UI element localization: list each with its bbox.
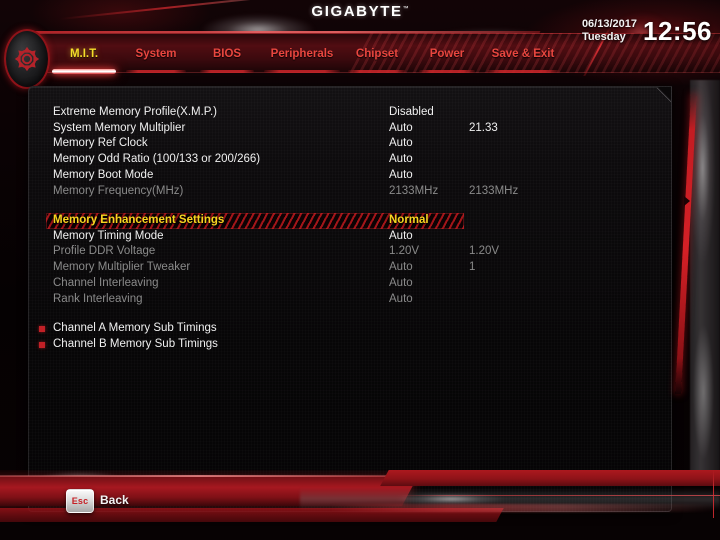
weekday-text: Tuesday [581,31,626,43]
back-label[interactable]: Back [100,493,129,507]
setting-value-secondary: 21.33 [469,121,498,134]
footer-sheen-red [330,504,720,512]
setting-value: Normal [389,214,429,226]
setting-value-secondary: 2133MHz [469,184,519,197]
settings-list: Extreme Memory Profile(X.M.P.) Disabled … [29,87,671,511]
tab-underline [52,69,116,74]
setting-label: Memory Odd Ratio (100/133 or 200/266) [53,153,261,166]
setting-value: Auto [389,168,413,181]
setting-row-channel-interleaving: Channel Interleaving Auto [29,276,671,292]
tab-label: Chipset [355,48,399,60]
footer-right-line [713,470,714,518]
nav-top-edge-line [29,31,541,33]
tab-chipset[interactable]: Chipset [344,47,410,73]
setting-label: Rank Interleaving [53,292,143,305]
setting-label: Memory Multiplier Tweaker [53,261,191,274]
setting-value-secondary: 1 [469,261,476,274]
tab-underline [264,70,340,73]
footer-bar: Esc Back [0,470,720,540]
setting-row-memory-enhancement-settings[interactable]: Memory Enhancement Settings Normal [29,213,671,229]
setting-row-memory-boot-mode[interactable]: Memory Boot Mode Auto [29,168,671,184]
tab-label: BIOS [212,48,242,60]
setting-label: Memory Boot Mode [53,168,154,181]
tab-underline [419,70,475,73]
tab-save-exit[interactable]: Save & Exit [482,47,564,73]
tab-mit[interactable]: M.I.T. [48,47,120,74]
esc-key-button[interactable]: Esc [66,489,94,513]
setting-row-system-memory-multiplier[interactable]: System Memory Multiplier Auto 21.33 [29,121,671,137]
setting-value: Auto [389,276,413,289]
setting-label: Memory Enhancement Settings [53,214,225,226]
scroll-arrow-icon[interactable] [684,196,690,206]
date-text: 06/13/2017 [581,18,637,30]
tab-underline [200,70,254,73]
trademark-symbol: ™ [402,6,409,12]
main-nav-tabs: M.I.T. System BIOS Peripherals Chipset P… [0,47,600,77]
setting-value: 2133MHz [389,184,439,197]
setting-label: Extreme Memory Profile(X.M.P.) [53,106,218,118]
tab-label: System [135,48,177,60]
setting-value: Auto [389,137,413,150]
setting-row-profile-ddr-voltage: Profile DDR Voltage 1.20V 1.20V [29,244,671,260]
setting-value: Disabled [389,106,434,118]
setting-label: Memory Frequency(MHz) [53,184,184,197]
setting-value-secondary: 1.20V [469,245,500,258]
tab-power[interactable]: Power [415,47,479,73]
tab-underline [348,70,406,73]
submenu-label: Channel B Memory Sub Timings [53,337,218,350]
setting-row-memory-timing-mode[interactable]: Memory Timing Mode Auto [29,229,671,245]
setting-label: Memory Ref Clock [53,137,148,150]
submenu-label: Channel A Memory Sub Timings [53,322,217,334]
submenu-item-channel-a-sub-timings[interactable]: Channel A Memory Sub Timings [29,321,671,337]
tab-bios[interactable]: BIOS [196,47,258,73]
footer-band-highlight [0,475,411,477]
setting-value: Auto [389,229,413,242]
tab-label: Peripherals [270,48,334,60]
setting-row-memory-odd-ratio[interactable]: Memory Odd Ratio (100/133 or 200/266) Au… [29,152,671,168]
footer-red-bar [380,470,720,486]
setting-row-memory-frequency: Memory Frequency(MHz) 2133MHz 2133MHz [29,184,671,200]
tab-system[interactable]: System [122,47,190,73]
right-edge-sheen [690,80,720,480]
tab-underline [126,70,186,73]
setting-row-extreme-memory-profile[interactable]: Extreme Memory Profile(X.M.P.) Disabled [29,105,671,121]
setting-row-rank-interleaving: Rank Interleaving Auto [29,292,671,308]
tab-underline [486,70,560,73]
bios-screen: GIGABYTE™ M.I.T. System BIOS Peripherals… [0,0,720,540]
setting-row-memory-multiplier-tweaker: Memory Multiplier Tweaker Auto 1 [29,260,671,276]
tab-label: Power [429,48,465,60]
brand-name: GIGABYTE [311,3,403,20]
setting-row-memory-ref-clock[interactable]: Memory Ref Clock Auto [29,136,671,152]
header-bar: GIGABYTE™ M.I.T. System BIOS Peripherals… [0,0,720,89]
setting-value: Auto [389,292,413,305]
submenu-bullet-icon [39,326,45,332]
setting-label: Memory Timing Mode [53,229,164,242]
setting-value: Auto [389,121,413,134]
tab-peripherals[interactable]: Peripherals [260,47,344,73]
setting-value: Auto [389,261,413,274]
tab-label: Save & Exit [491,48,555,60]
setting-value: Auto [389,153,413,166]
clock-text: 12:56 [643,16,712,46]
setting-label: System Memory Multiplier [53,121,186,134]
date-time-widget: 06/13/2017 Tuesday 12:56 [582,17,712,45]
tab-label: M.I.T. [69,48,99,60]
setting-label: Profile DDR Voltage [53,245,156,258]
date-block: 06/13/2017 Tuesday [582,17,637,44]
setting-value: 1.20V [389,245,420,258]
submenu-bullet-icon [39,341,45,348]
settings-panel: Extreme Memory Profile(X.M.P.) Disabled … [28,86,672,512]
submenu-item-channel-b-sub-timings[interactable]: Channel B Memory Sub Timings [29,337,671,353]
setting-label: Channel Interleaving [53,276,159,289]
